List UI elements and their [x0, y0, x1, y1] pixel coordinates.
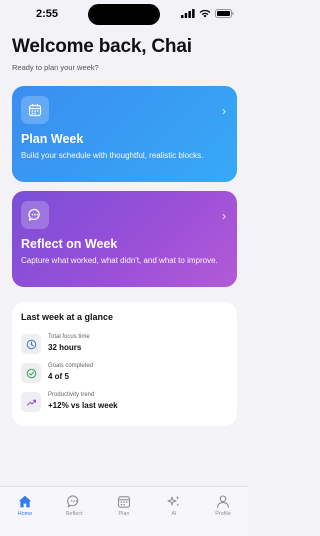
chevron-right-icon: › [222, 104, 226, 118]
stat-value: 32 hours [48, 343, 82, 352]
battery-icon [215, 9, 234, 18]
check-circle-icon [21, 363, 41, 383]
status-icons [181, 9, 234, 18]
signal-icon [181, 9, 195, 18]
stat-label: Goals completed [48, 363, 94, 369]
stat-productivity-trend: Productivity trend +12% vs last week [21, 392, 221, 416]
page-subtitle: Ready to plan your week? [12, 63, 99, 72]
trend-up-icon [21, 392, 41, 412]
plan-week-description: Build your schedule with thoughtful, rea… [21, 151, 204, 160]
calendar-icon [117, 496, 131, 508]
page-title: Welcome back, Chai [12, 36, 192, 57]
sparkles-icon [167, 495, 180, 507]
chevron-right-icon: › [222, 209, 226, 223]
tab-label: Profile [215, 511, 231, 517]
stat-goals-completed: Goals completed 4 of 5 [21, 363, 221, 387]
tab-bar: Home Reflect Plan AI Profile [0, 486, 248, 536]
tab-label: Plan [118, 511, 130, 517]
plan-week-card[interactable]: › Plan Week Build your schedule with tho… [12, 86, 237, 182]
clock-icon [21, 334, 41, 354]
reflect-week-card[interactable]: › Reflect on Week Capture what worked, w… [12, 191, 237, 287]
tab-profile[interactable]: Profile [203, 495, 243, 525]
stat-value: +12% vs last week [48, 401, 118, 410]
stat-label: Total focus time [48, 334, 90, 340]
tab-label: Home [17, 511, 33, 517]
plan-week-title: Plan Week [21, 132, 84, 146]
wifi-icon [199, 9, 211, 18]
home-icon [18, 495, 32, 508]
reflect-week-description: Capture what worked, what didn't, and wh… [21, 256, 218, 265]
tab-reflect[interactable]: Reflect [54, 495, 94, 525]
glance-title: Last week at a glance [21, 312, 114, 322]
stat-value: 4 of 5 [48, 372, 69, 381]
reflect-week-title: Reflect on Week [21, 237, 118, 251]
person-icon [217, 495, 229, 508]
stat-label: Productivity trend [48, 392, 95, 398]
chat-bubble-icon [21, 201, 49, 229]
status-bar: 2:55 [0, 0, 248, 30]
calendar-icon [21, 96, 49, 124]
tab-label: Reflect [65, 511, 83, 517]
tab-label: AI [171, 511, 177, 517]
tab-ai[interactable]: AI [154, 495, 194, 525]
dynamic-island [88, 4, 160, 25]
tab-home[interactable]: Home [5, 495, 45, 525]
chat-bubble-icon [67, 495, 79, 508]
glance-card: Last week at a glance Total focus time 3… [12, 302, 237, 426]
status-time: 2:55 [36, 8, 59, 20]
stat-focus-time: Total focus time 32 hours [21, 334, 221, 358]
tab-plan[interactable]: Plan [104, 495, 144, 525]
